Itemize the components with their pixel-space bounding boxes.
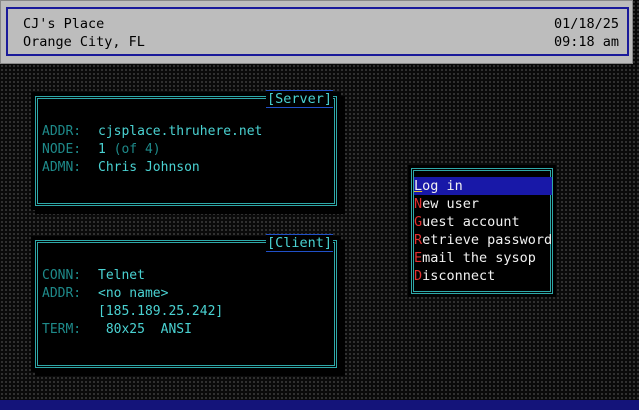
menu-hotkey: E (414, 250, 423, 266)
client-addr-row: ADDR: <no name> (42, 285, 168, 303)
server-addr-value: cjsplace.thruhere.net (98, 124, 263, 139)
system-name: CJ's Place (23, 16, 105, 32)
client-addr-label: ADDR: (42, 286, 82, 301)
server-node-row: NODE: 1 (of 4) (42, 141, 161, 159)
menu-hotkey: G (414, 214, 423, 230)
menu-item-disconnect[interactable]: Disconnect (414, 267, 552, 285)
header-frame: CJ's Place Orange City, FL 01/18/25 09:1… (6, 7, 629, 56)
client-panel-title: [Client] (265, 234, 333, 252)
server-panel: [Server] ADDR: cjsplace.thruhere.net NODE… (31, 90, 341, 210)
client-ip-row: [185.189.25.242] (42, 303, 223, 321)
client-term-row: TERM: 80x25 ANSI (42, 321, 192, 339)
server-addr-row: ADDR: cjsplace.thruhere.net (42, 123, 262, 141)
menu-item-label: mail the sysop (422, 250, 536, 266)
status-bar (0, 400, 639, 410)
client-term-type: ANSI (160, 322, 192, 337)
server-admin-value: Chris Johnson (98, 160, 200, 175)
header-bar: CJ's Place Orange City, FL 01/18/25 09:1… (0, 0, 633, 64)
client-conn-label: CONN: (42, 268, 82, 283)
menu-item-log-in[interactable]: Log in (414, 177, 552, 195)
menu-item-email-sysop[interactable]: Email the sysop (414, 249, 552, 267)
menu-hotkey: N (414, 196, 423, 212)
menu-hotkey: R (414, 232, 423, 248)
client-addr-ip: [185.189.25.242] (98, 304, 224, 319)
menu-item-retrieve-password[interactable]: Retrieve password (414, 231, 552, 249)
menu-item-label: etrieve password (422, 232, 553, 248)
client-panel: [Client] CONN: Telnet ADDR: <no name> [185… (31, 234, 341, 372)
server-node-value: 1 (98, 142, 106, 157)
server-addr-label: ADDR: (42, 124, 82, 139)
menu-item-label: og in (422, 178, 463, 194)
menu-item-label: uest account (422, 214, 520, 230)
menu-item-label: isconnect (422, 268, 496, 284)
current-time: 09:18 am (553, 34, 619, 50)
menu-item-guest-account[interactable]: Guest account (414, 213, 552, 231)
system-location: Orange City, FL (23, 34, 145, 50)
server-node-total: (of 4) (113, 142, 161, 157)
menu-hotkey: L (414, 178, 423, 194)
menu-item-label: ew user (422, 196, 480, 212)
server-admin-label: ADMN: (42, 160, 82, 175)
server-admin-row: ADMN: Chris Johnson (42, 159, 200, 177)
menu-hotkey: D (414, 268, 423, 284)
client-conn-value: Telnet (98, 268, 145, 283)
client-term-label: TERM: (42, 322, 82, 337)
client-addr-name: <no name> (98, 286, 169, 301)
client-conn-row: CONN: Telnet (42, 267, 145, 285)
menu-item-new-user[interactable]: New user (414, 195, 552, 213)
server-panel-title: [Server] (265, 90, 333, 108)
client-term-size: 80x25 (105, 322, 145, 337)
current-date: 01/18/25 (553, 16, 619, 32)
server-node-label: NODE: (42, 142, 82, 157)
